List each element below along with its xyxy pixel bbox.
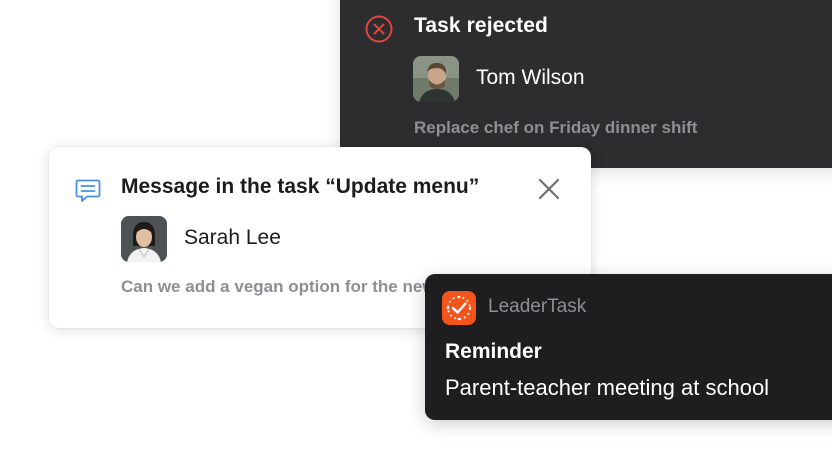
task-description: Replace chef on Friday dinner shift [414,118,698,137]
x-circle-icon [364,14,394,44]
avatar [121,216,167,262]
notification-body: Parent-teacher meeting at school [445,375,770,400]
chat-message-icon [73,175,103,205]
notification-title: Message in the task “Update menu” [121,175,480,198]
leadertask-logo-icon [442,291,476,325]
user-name: Sarah Lee [184,226,281,249]
task-rejected-notification[interactable]: Task rejected Tom Wilson Replace chef on… [340,0,832,168]
notification-title: Task rejected [414,14,548,37]
close-icon[interactable] [536,176,562,202]
app-name: LeaderTask [488,296,587,317]
notification-title: Reminder [445,340,542,363]
avatar [413,56,459,102]
reminder-notification[interactable]: LeaderTask Reminder Parent-teacher meeti… [425,274,832,420]
user-name: Tom Wilson [476,66,585,89]
